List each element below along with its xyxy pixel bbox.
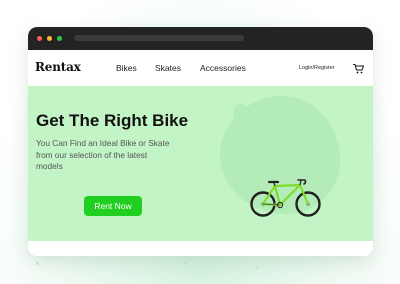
decorative-dot [36, 262, 39, 265]
site-navbar: Rentax Bikes Skates Accessories Login/Re… [28, 50, 373, 86]
hero-background-dot [233, 104, 249, 120]
browser-window: Rentax Bikes Skates Accessories Login/Re… [28, 27, 373, 256]
shopping-cart-icon[interactable] [353, 63, 365, 75]
close-window-button[interactable] [37, 36, 42, 41]
nav-link-accessories[interactable]: Accessories [200, 63, 246, 73]
address-bar[interactable] [74, 35, 244, 41]
brand-logo[interactable]: Rentax [35, 60, 81, 74]
hero-title: Get The Right Bike [36, 111, 189, 130]
hero-section: Get The Right Bike You Can Find an Ideal… [28, 86, 373, 241]
nav-link-bikes[interactable]: Bikes [116, 63, 137, 73]
decorative-dot [184, 262, 187, 265]
browser-titlebar [28, 27, 373, 50]
hero-subtitle: You Can Find an Ideal Bike or Skate from… [36, 138, 170, 171]
nav-link-skates[interactable]: Skates [155, 63, 181, 73]
maximize-window-button[interactable] [57, 36, 62, 41]
road-bike-illustration [250, 179, 321, 217]
login-register-link[interactable]: Login/Register [299, 65, 334, 71]
rent-now-button[interactable]: Rent Now [84, 196, 142, 216]
minimize-window-button[interactable] [47, 36, 52, 41]
decorative-dot [256, 266, 259, 269]
page-footer-strip [28, 241, 373, 256]
